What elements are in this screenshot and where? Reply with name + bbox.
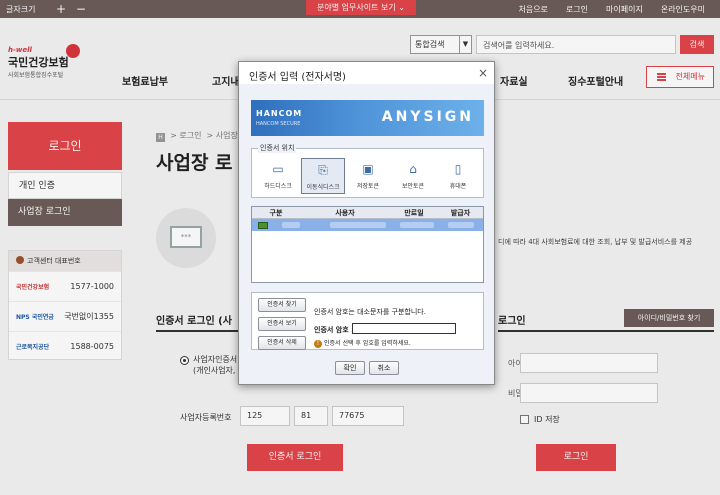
hancom-secure-label: HANCOM SECURE (256, 121, 301, 127)
find-cert-button[interactable]: 인증서 찾기 (258, 298, 306, 312)
location-security-token[interactable]: ⌂ 보안토큰 (391, 158, 435, 194)
mobile-phone-icon: ▯ (454, 162, 462, 176)
hard-disk-icon: ▭ (272, 162, 284, 176)
cert-action-box: 인증서 찾기 인증서 보기 인증서 삭제 인증서 암호는 대소문자를 구분합니다… (251, 292, 484, 350)
table-row[interactable] (252, 219, 483, 231)
warning-icon: ! (314, 340, 322, 348)
column-header[interactable]: 사용자 (300, 207, 390, 218)
location-label: 휴대폰 (449, 183, 467, 190)
location-label: 이동식디스크 (306, 184, 340, 191)
location-mobile-phone[interactable]: ▯ 휴대폰 (436, 158, 480, 194)
cert-location-group: 인증서 위치 ▭ 하드디스크 ⎘ 이동식디스크 ▣ 저장토큰 ⌂ 보안토큰 ▯ … (251, 143, 484, 198)
password-hint-text: 인증서 선택 후 암호를 입력하세요. (324, 340, 411, 347)
cert-table-header: 구분 사용자 만료일 발급자 (252, 207, 483, 219)
view-cert-button[interactable]: 인증서 보기 (258, 317, 306, 331)
password-hint: ! 인증서 선택 후 암호를 입력하세요. (314, 338, 411, 348)
location-storage-token[interactable]: ▣ 저장토큰 (346, 158, 390, 194)
delete-cert-button[interactable]: 인증서 삭제 (258, 336, 306, 350)
hancom-logo: HANCOM (256, 109, 303, 118)
location-label: 보안토큰 (401, 183, 425, 190)
storage-token-icon: ▣ (362, 162, 374, 176)
column-header[interactable]: 만료일 (390, 207, 438, 218)
cert-password-input[interactable] (352, 323, 456, 334)
column-header[interactable]: 구분 (252, 207, 300, 218)
usb-drive-icon: ⎘ (318, 163, 328, 177)
redacted-field (330, 222, 386, 228)
certificate-icon (258, 221, 268, 229)
cancel-button[interactable]: 취소 (369, 361, 399, 375)
redacted-field (282, 222, 300, 228)
cert-location-legend: 인증서 위치 (258, 143, 297, 153)
location-hard-disk[interactable]: ▭ 하드디스크 (256, 158, 300, 194)
security-token-icon: ⌂ (409, 162, 417, 176)
cert-input-dialog: 인증서 입력 (전자서명) × HANCOM HANCOM SECURE ANY… (238, 61, 495, 385)
location-label: 하드디스크 (264, 183, 292, 190)
ok-button[interactable]: 확인 (335, 361, 365, 375)
location-label: 저장토큰 (356, 183, 380, 190)
redacted-field (400, 222, 434, 228)
redacted-field (448, 222, 474, 228)
cert-list-table: 구분 사용자 만료일 발급자 (251, 206, 484, 283)
dialog-title: 인증서 입력 (전자서명) (239, 62, 494, 84)
anysign-logo: ANYSIGN (381, 109, 474, 125)
cert-password-label: 인증서 암호 : (314, 326, 354, 334)
location-removable-disk[interactable]: ⎘ 이동식디스크 (301, 158, 345, 194)
column-header[interactable]: 발급자 (438, 207, 483, 218)
close-icon[interactable]: × (478, 66, 488, 80)
anysign-banner: HANCOM HANCOM SECURE ANYSIGN (251, 100, 484, 136)
case-sensitive-note: 인증서 암호는 대소문자를 구분합니다. (314, 308, 426, 316)
